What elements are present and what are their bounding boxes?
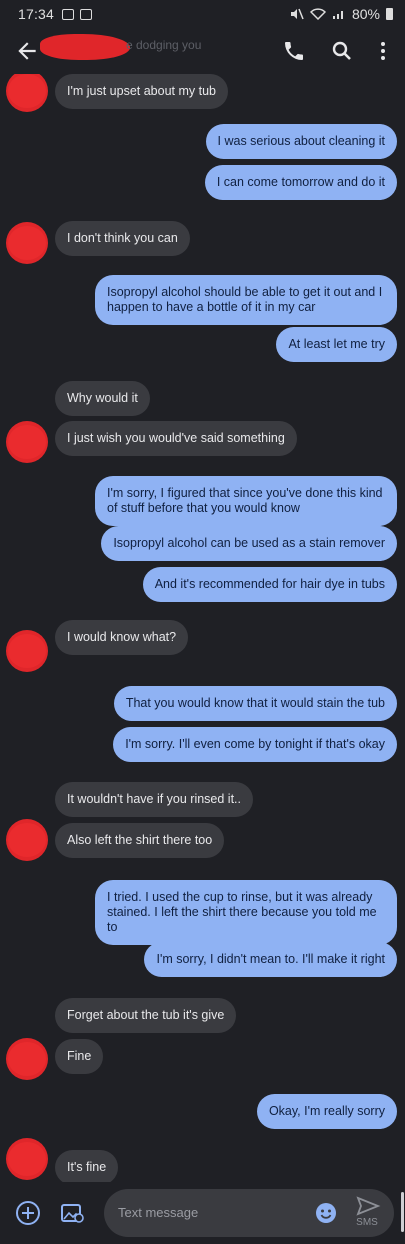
- message-incoming[interactable]: I just wish you would've said something: [55, 421, 297, 456]
- status-time: 17:34: [18, 6, 55, 22]
- battery-percent: 80%: [351, 6, 380, 22]
- message-outgoing[interactable]: Isopropyl alcohol should be able to get …: [95, 275, 397, 325]
- message-outgoing[interactable]: I'm sorry, I figured that since you've d…: [95, 476, 397, 526]
- status-notification-icons: [62, 8, 93, 20]
- contact-subtitle: e dodging you: [126, 38, 202, 52]
- message-incoming[interactable]: It wouldn't have if you rinsed it..: [55, 782, 254, 817]
- message-incoming[interactable]: I would know what?: [55, 620, 189, 655]
- message-outgoing[interactable]: I'm sorry. I'll even come by tonight if …: [113, 727, 397, 762]
- message-incoming[interactable]: Why would it: [55, 381, 150, 416]
- message-outgoing[interactable]: I'm sorry, I didn't mean to. I'll make i…: [144, 942, 397, 977]
- contact-avatar[interactable]: [6, 819, 48, 861]
- message-thread[interactable]: I'm just upset about my tub I was seriou…: [0, 74, 405, 1182]
- message-incoming[interactable]: Forget about the tub it's give: [55, 998, 237, 1033]
- send-button[interactable]: SMS: [352, 1195, 382, 1231]
- shield-notification-icon: [80, 8, 93, 20]
- message-outgoing[interactable]: I tried. I used the cup to rinse, but it…: [95, 880, 397, 945]
- add-circle-icon[interactable]: [14, 1199, 42, 1227]
- status-right: 80%: [290, 6, 393, 22]
- message-outgoing[interactable]: I can come tomorrow and do it: [204, 165, 397, 200]
- message-outgoing[interactable]: Isopropyl alcohol can be used as a stain…: [101, 526, 397, 561]
- search-icon[interactable]: [330, 39, 354, 63]
- message-placeholder: Text message: [118, 1205, 199, 1220]
- wifi-icon: [309, 8, 326, 20]
- message-outgoing[interactable]: Okay, I'm really sorry: [256, 1094, 397, 1129]
- more-vert-icon[interactable]: [371, 39, 395, 63]
- message-outgoing[interactable]: And it's recommended for hair dye in tub…: [142, 567, 397, 602]
- message-incoming[interactable]: It's fine: [55, 1150, 119, 1182]
- gallery-notification-icon: [62, 8, 75, 20]
- battery-icon: [386, 8, 393, 20]
- message-incoming[interactable]: I'm just upset about my tub: [55, 74, 228, 109]
- message-outgoing[interactable]: At least let me try: [276, 327, 397, 362]
- contact-avatar[interactable]: [6, 421, 48, 463]
- message-outgoing[interactable]: That you would know that it would stain …: [113, 686, 397, 721]
- contact-avatar[interactable]: [6, 74, 48, 112]
- message-input[interactable]: Text message SMS: [104, 1189, 394, 1237]
- back-arrow-icon[interactable]: [14, 38, 40, 64]
- message-incoming[interactable]: Also left the shirt there too: [55, 823, 225, 858]
- contact-avatar[interactable]: [6, 1138, 48, 1180]
- contact-avatar[interactable]: [6, 222, 48, 264]
- app-bar: e dodging you: [0, 28, 405, 74]
- contact-avatar[interactable]: [6, 630, 48, 672]
- phone-icon[interactable]: [282, 39, 306, 63]
- status-bar: 17:34 80%: [0, 0, 405, 28]
- send-label: SMS: [356, 1217, 378, 1228]
- contact-avatar[interactable]: [6, 1038, 48, 1080]
- contact-name-redacted[interactable]: [40, 34, 130, 60]
- composer-bar: Text message SMS: [0, 1182, 405, 1244]
- send-icon: [356, 1196, 381, 1216]
- message-incoming[interactable]: Fine: [55, 1039, 104, 1074]
- gallery-icon[interactable]: [58, 1199, 86, 1227]
- message-outgoing[interactable]: I was serious about cleaning it: [205, 124, 397, 159]
- mute-icon: [290, 8, 304, 20]
- emoji-icon[interactable]: [314, 1201, 338, 1225]
- scrollbar-thumb[interactable]: [401, 1192, 404, 1232]
- message-incoming[interactable]: I don't think you can: [55, 221, 190, 256]
- signal-icon: [332, 11, 343, 19]
